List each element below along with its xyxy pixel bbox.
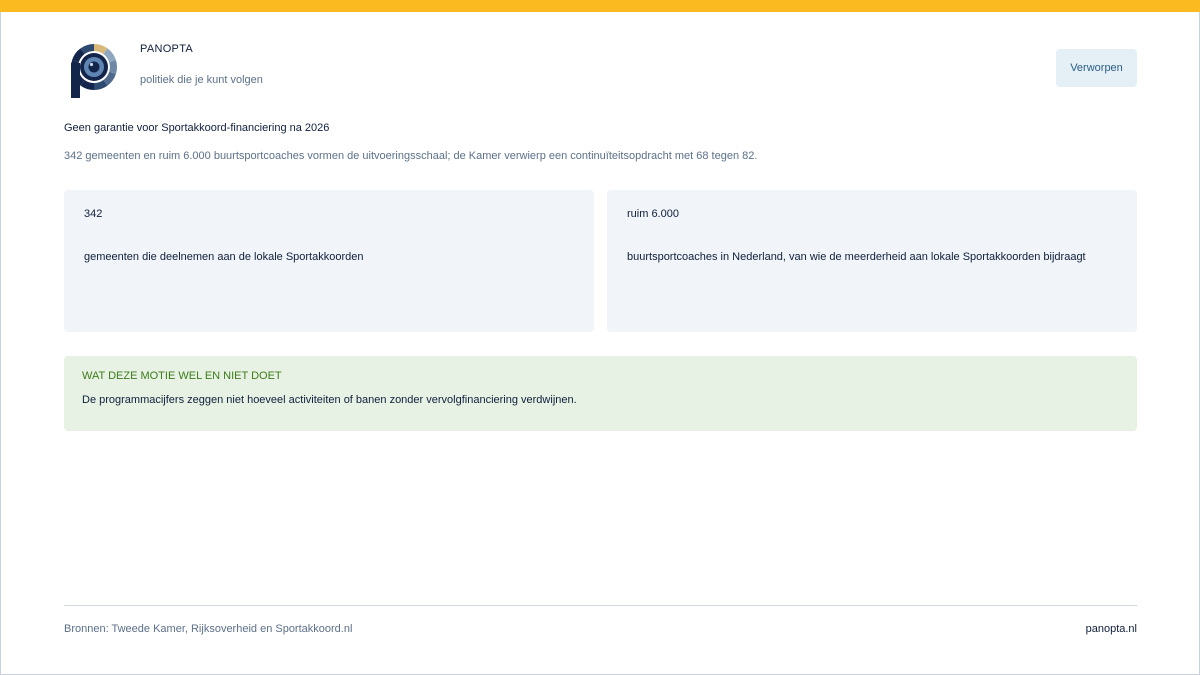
stat-value: ruim 6.000: [627, 208, 679, 220]
stat-description: buurtsportcoaches in Nederland, van wie …: [627, 251, 1086, 263]
status-verworpen-button[interactable]: Verworpen: [1056, 49, 1137, 87]
brand-name: PANOPTA: [140, 43, 194, 55]
page-title: Geen garantie voor Sportakkoord-financie…: [64, 122, 330, 134]
motion-scope-notice: WAT DEZE MOTIE WEL EN NIET DOET De progr…: [64, 356, 1137, 431]
footer-site-link[interactable]: panopta.nl: [1086, 623, 1137, 635]
stat-card-gemeenten: 342 gemeenten die deelnemen aan de lokal…: [64, 190, 594, 332]
stat-card-buurtsportcoaches: ruim 6.000 buurtsportcoaches in Nederlan…: [607, 190, 1137, 332]
footer-divider: [64, 605, 1137, 606]
footer-sources: Bronnen: Tweede Kamer, Rijksoverheid en …: [64, 623, 353, 635]
panopta-eye-logo-icon: [69, 41, 121, 99]
stat-description: gemeenten die deelnemen aan de lokale Sp…: [84, 251, 364, 263]
page-frame: [0, 0, 1200, 675]
brand-tagline: politiek die je kunt volgen: [140, 74, 263, 86]
page-subtitle: 342 gemeenten en ruim 6.000 buurtsportco…: [64, 150, 758, 162]
notice-body: De programmacijfers zeggen niet hoeveel …: [82, 394, 577, 406]
stat-value: 342: [84, 208, 103, 220]
notice-title: WAT DEZE MOTIE WEL EN NIET DOET: [82, 370, 282, 382]
accent-top-bar: [0, 0, 1200, 12]
